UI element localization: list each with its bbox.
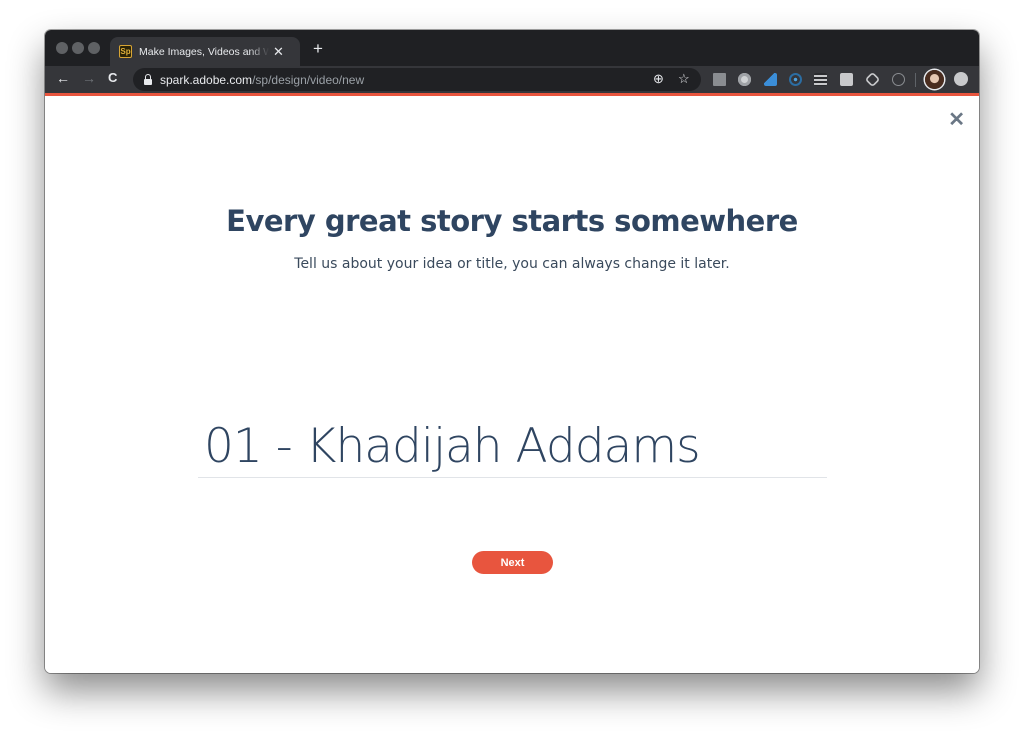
window-zoom-button[interactable] <box>88 42 100 54</box>
install-app-icon[interactable]: ⊕ <box>653 72 664 85</box>
close-icon[interactable]: ✕ <box>948 110 965 130</box>
bookmark-star-icon[interactable]: ☆ <box>678 72 690 85</box>
page-subtitle: Tell us about your idea or title, you ca… <box>294 256 730 272</box>
profile-avatar[interactable] <box>925 70 944 89</box>
url-text: spark.adobe.com/sp/design/video/new <box>160 73 364 87</box>
tab-strip: Sp Make Images, Videos and Web Stories ✕… <box>45 30 979 66</box>
adobe-spark-favicon-icon: Sp <box>119 45 132 58</box>
circle-extension-icon[interactable] <box>738 73 751 86</box>
browser-window: Sp Make Images, Videos and Web Stories ✕… <box>45 30 979 673</box>
reload-icon[interactable]: C <box>108 71 117 84</box>
tab-close-icon[interactable]: ✕ <box>273 45 284 58</box>
toolbar-divider <box>915 73 916 87</box>
next-button[interactable]: Next <box>472 551 553 574</box>
radar-extension-icon[interactable] <box>789 73 802 86</box>
window-close-button[interactable] <box>56 42 68 54</box>
record-extension-icon[interactable] <box>864 71 881 88</box>
update-menu-icon[interactable] <box>954 72 968 86</box>
browser-tab[interactable]: Sp Make Images, Videos and Web Stories ✕ <box>110 37 300 66</box>
page-content: ✕ Every great story starts somewhere Tel… <box>45 96 979 673</box>
lock-icon <box>144 73 152 85</box>
browser-toolbar: ← → C spark.adobe.com/sp/design/video/ne… <box>45 66 979 93</box>
url-host: spark.adobe.com <box>160 72 253 87</box>
facebook-icon[interactable] <box>713 73 726 86</box>
new-tab-button[interactable]: + <box>313 40 323 57</box>
lightbulb-icon[interactable] <box>892 73 905 86</box>
story-title-input[interactable] <box>198 416 827 478</box>
video-message-icon[interactable] <box>840 73 853 86</box>
layers-extension-icon[interactable] <box>814 73 827 86</box>
window-minimize-button[interactable] <box>72 42 84 54</box>
page-title: Every great story starts somewhere <box>226 204 798 238</box>
address-bar[interactable]: spark.adobe.com/sp/design/video/new ⊕ ☆ <box>133 68 701 91</box>
tab-title: Make Images, Videos and Web Stories <box>139 45 269 58</box>
forward-icon[interactable]: → <box>82 71 96 85</box>
wave-extension-icon[interactable] <box>764 73 777 86</box>
back-icon[interactable]: ← <box>56 71 70 85</box>
url-path: /sp/design/video/new <box>252 72 365 87</box>
